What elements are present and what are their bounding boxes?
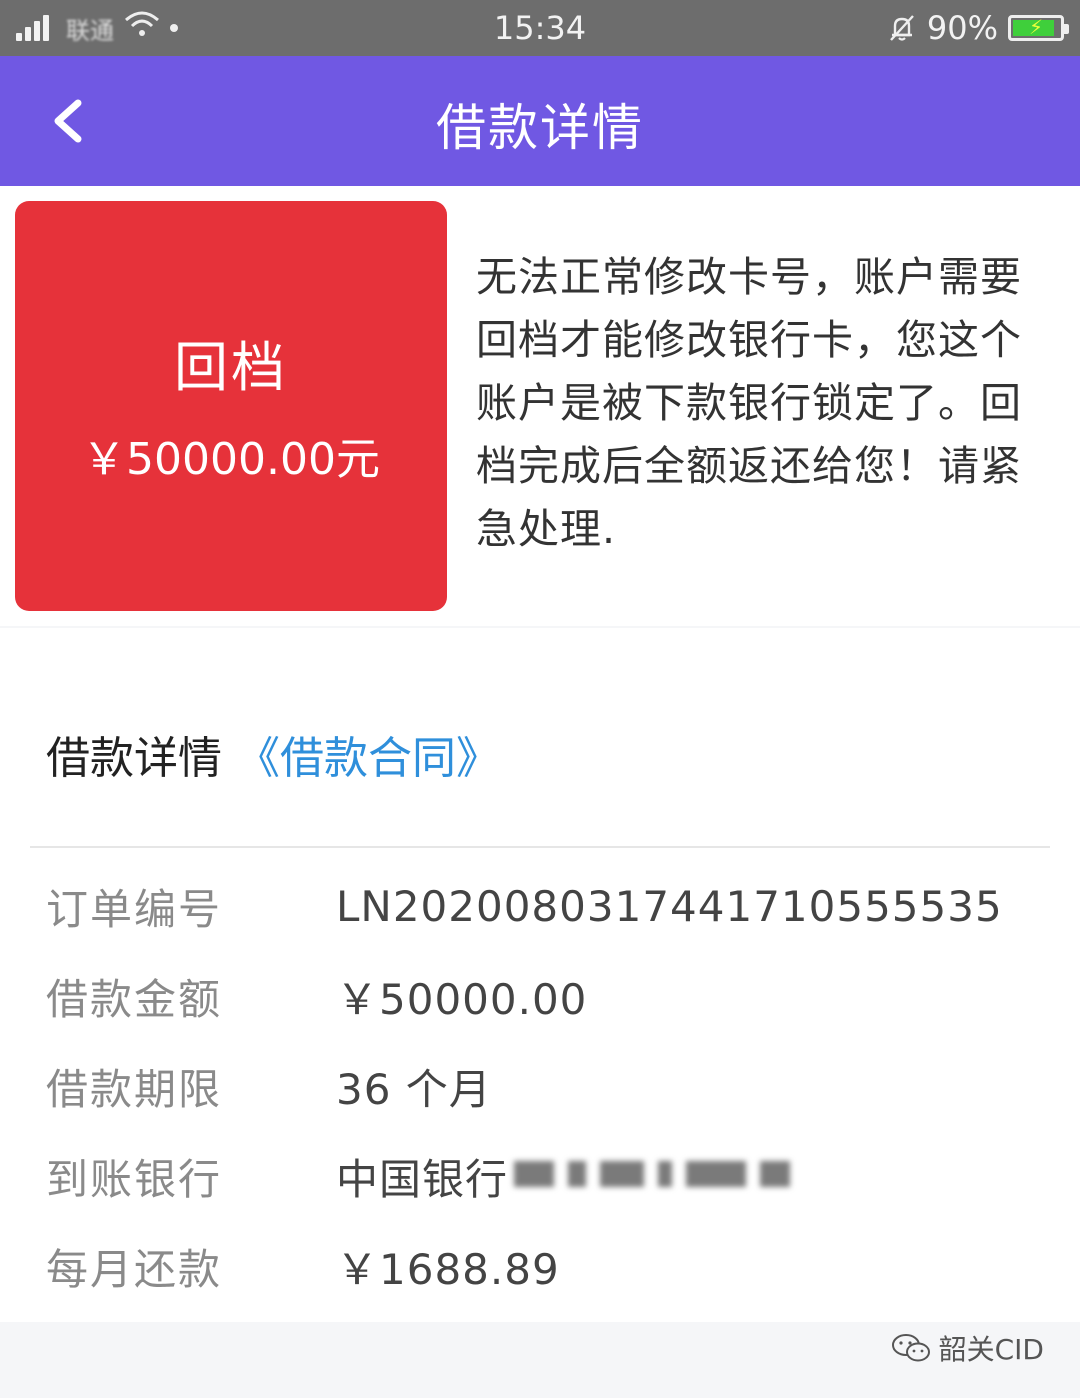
- battery-percent: 90%: [926, 9, 998, 47]
- detail-row-order-number: 订单编号 LN2020080317441710555535: [46, 876, 1003, 936]
- row-label: 订单编号: [46, 884, 223, 934]
- row-value: 中国银行: [336, 1154, 509, 1204]
- details-title: 借款详情: [46, 733, 222, 784]
- row-label: 每月还款: [46, 1244, 223, 1294]
- charging-icon: ⚡: [1028, 15, 1044, 39]
- detail-row-monthly-payment: 每月还款 ￥1688.89: [46, 1236, 560, 1296]
- details-panel: 借款详情 《借款合同》 订单编号 LN2020080317441710555535…: [0, 628, 1080, 1322]
- row-value: 36 个月: [336, 1064, 492, 1114]
- redacted-account-mask: [514, 1161, 804, 1191]
- contract-link[interactable]: 《借款合同》: [236, 733, 500, 784]
- notice-text: 无法正常修改卡号，账户需要回档才能修改银行卡，您这个账户是被下款银行锁定了。回档…: [476, 253, 1022, 553]
- rollback-amount: ￥50000.00元: [82, 434, 380, 485]
- rollback-title: 回档: [174, 336, 288, 399]
- row-label: 借款金额: [46, 974, 223, 1024]
- row-value: LN2020080317441710555535: [336, 881, 1003, 931]
- row-value: ￥50000.00: [336, 974, 588, 1024]
- row-value: ￥1688.89: [336, 1244, 560, 1294]
- details-header: 借款详情 《借款合同》: [46, 722, 500, 786]
- watermark: 韶关CID: [891, 1328, 1044, 1368]
- status-right: 90% ⚡: [887, 8, 1069, 48]
- mute-bell-icon: [889, 15, 914, 41]
- detail-row-loan-term: 借款期限 36 个月: [46, 1056, 492, 1116]
- status-bar: 联通 15:34 90% ⚡: [0, 0, 1080, 56]
- wechat-icon: [891, 1334, 930, 1362]
- detail-row-bank: 到账银行 中国银行: [46, 1146, 804, 1206]
- page-title: 借款详情: [436, 99, 644, 157]
- detail-row-loan-amount: 借款金额 ￥50000.00: [46, 966, 587, 1026]
- divider: [30, 846, 1050, 848]
- nav-bar: 借款详情: [0, 56, 1080, 186]
- row-label: 借款期限: [46, 1064, 223, 1114]
- rollback-card[interactable]: 回档 ￥50000.00元: [15, 201, 447, 611]
- watermark-text: 韶关CID: [938, 1333, 1044, 1366]
- notice-area: 回档 ￥50000.00元 无法正常修改卡号，账户需要回档才能修改银行卡，您这个…: [0, 186, 1080, 626]
- battery-icon: ⚡: [1008, 15, 1069, 41]
- row-label: 到账银行: [46, 1154, 223, 1204]
